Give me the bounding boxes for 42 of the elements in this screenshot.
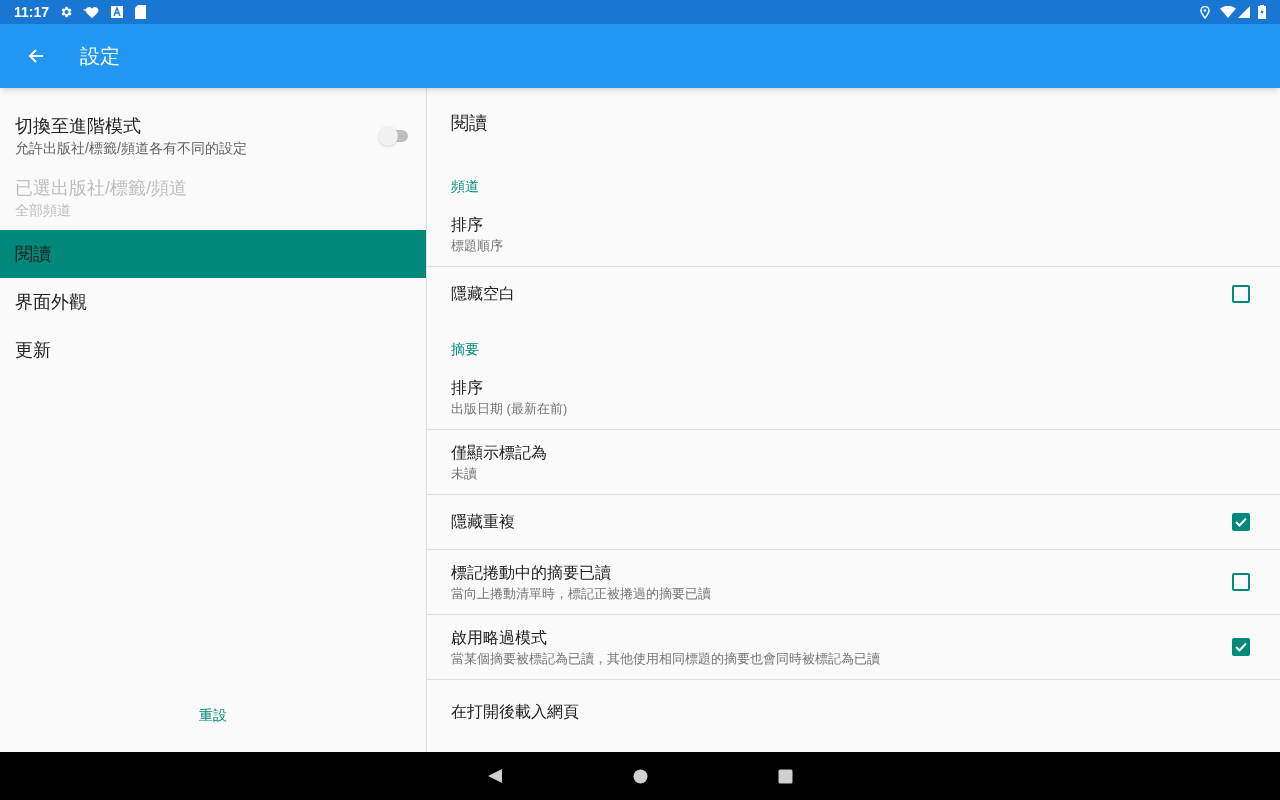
checkbox[interactable] xyxy=(1232,513,1250,531)
preference-summary: 未讀 xyxy=(451,464,478,483)
preference-title: 切換至進階模式 xyxy=(15,115,142,138)
sidebar-item[interactable]: 閱讀 xyxy=(0,230,426,278)
sidebar-item[interactable]: 更新 xyxy=(0,326,426,374)
category-header: 摘要 xyxy=(450,340,480,359)
preference-summary: 當向上捲動清單時，標記正被捲過的摘要已讀 xyxy=(451,584,712,603)
font-icon xyxy=(111,6,124,18)
preference-title: 排序 xyxy=(451,214,484,235)
preference-title: 排序 xyxy=(451,377,484,398)
gear-icon xyxy=(59,5,74,19)
preference-title: 在打開後載入網頁 xyxy=(451,702,580,722)
location-icon xyxy=(1200,5,1210,19)
preference-title: 隱藏空白 xyxy=(451,284,516,304)
home-circle-icon[interactable] xyxy=(633,768,648,784)
wifi-icon xyxy=(1220,6,1236,18)
sd-card-icon xyxy=(135,5,147,19)
status-time: 11:17 xyxy=(14,2,50,22)
section-title: 閱讀 xyxy=(450,111,488,135)
app-title: 設定 xyxy=(80,44,120,69)
checkbox[interactable] xyxy=(1232,573,1250,591)
preference-summary: 當某個摘要被標記為已讀，其他使用相同標題的摘要也會同時被標記為已讀 xyxy=(451,649,881,668)
preference-summary: 標題順序 xyxy=(451,236,504,255)
recents-square-icon[interactable] xyxy=(778,768,793,784)
reset-button[interactable]: 重設 xyxy=(187,701,239,730)
preference-title: 啟用略過模式 xyxy=(451,627,548,648)
back-arrow-icon xyxy=(28,48,44,64)
sidebar-item[interactable]: 界面外觀 xyxy=(0,278,426,326)
preference-summary: 出版日期 (最新在前) xyxy=(451,399,569,418)
category-header: 頻道 xyxy=(450,177,480,196)
checkbox[interactable] xyxy=(1232,638,1250,656)
toggle-switch[interactable] xyxy=(378,126,410,146)
preference-summary: 允許出版社/標籤/頻道各有不同的設定 xyxy=(15,139,248,158)
preference-title: 隱藏重複 xyxy=(451,512,516,532)
signal-icon xyxy=(1238,6,1250,18)
preference-title: 僅顯示標記為 xyxy=(451,442,548,463)
battery-icon xyxy=(1258,5,1266,19)
preference-title: 標記捲動中的摘要已讀 xyxy=(451,562,612,583)
preference-summary: 全部頻道 xyxy=(15,201,72,220)
back-triangle-icon[interactable] xyxy=(487,768,503,784)
checkbox[interactable] xyxy=(1232,285,1250,303)
preference-title: 已選出版社/標籤/頻道 xyxy=(15,177,188,200)
